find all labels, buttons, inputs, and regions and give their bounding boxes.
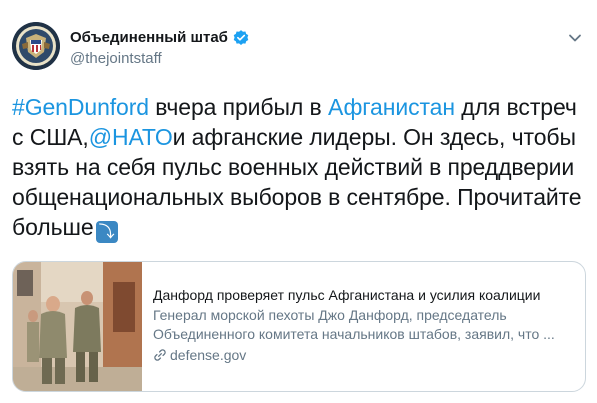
card-text-block: Данфорд проверяет пульс Афганистана и ус…	[142, 262, 582, 391]
tweet-text-segment: вчера прибыл в	[149, 94, 328, 120]
hashtag-afghanistan[interactable]: Афганистан	[328, 94, 455, 120]
hashtag-gendunford[interactable]: #GenDunford	[12, 94, 149, 120]
tweet-text: #GenDunford вчера прибыл в Афганистан дл…	[12, 92, 587, 243]
card-description: Генерал морской пехоты Джо Данфорд, пред…	[153, 307, 555, 342]
mention-nato[interactable]: @НАТО	[89, 124, 173, 150]
arrow-down-emoji-icon: ⤵	[95, 221, 118, 243]
card-domain: defense.gov	[170, 347, 247, 363]
name-row: Объединенный штаб	[70, 28, 250, 48]
avatar[interactable]	[12, 22, 60, 70]
link-icon	[154, 349, 166, 361]
chevron-down-icon[interactable]	[567, 30, 583, 46]
card-title[interactable]: Данфорд проверяет пульс Афганистана и ус…	[153, 286, 582, 305]
handle[interactable]: @thejointstaff	[70, 50, 250, 68]
display-name[interactable]: Объединенный штаб	[70, 28, 228, 48]
author-block[interactable]: Объединенный штаб @thejointstaff	[70, 28, 250, 68]
card-domain-row: defense.gov	[153, 347, 582, 363]
tweet: Объединенный штаб @thejointstaff #GenDun…	[0, 0, 597, 403]
card-thumbnail-image[interactable]	[13, 262, 142, 391]
link-preview-card[interactable]: Данфорд проверяет пульс Афганистана и ус…	[12, 261, 586, 392]
verified-badge-icon	[232, 29, 250, 47]
